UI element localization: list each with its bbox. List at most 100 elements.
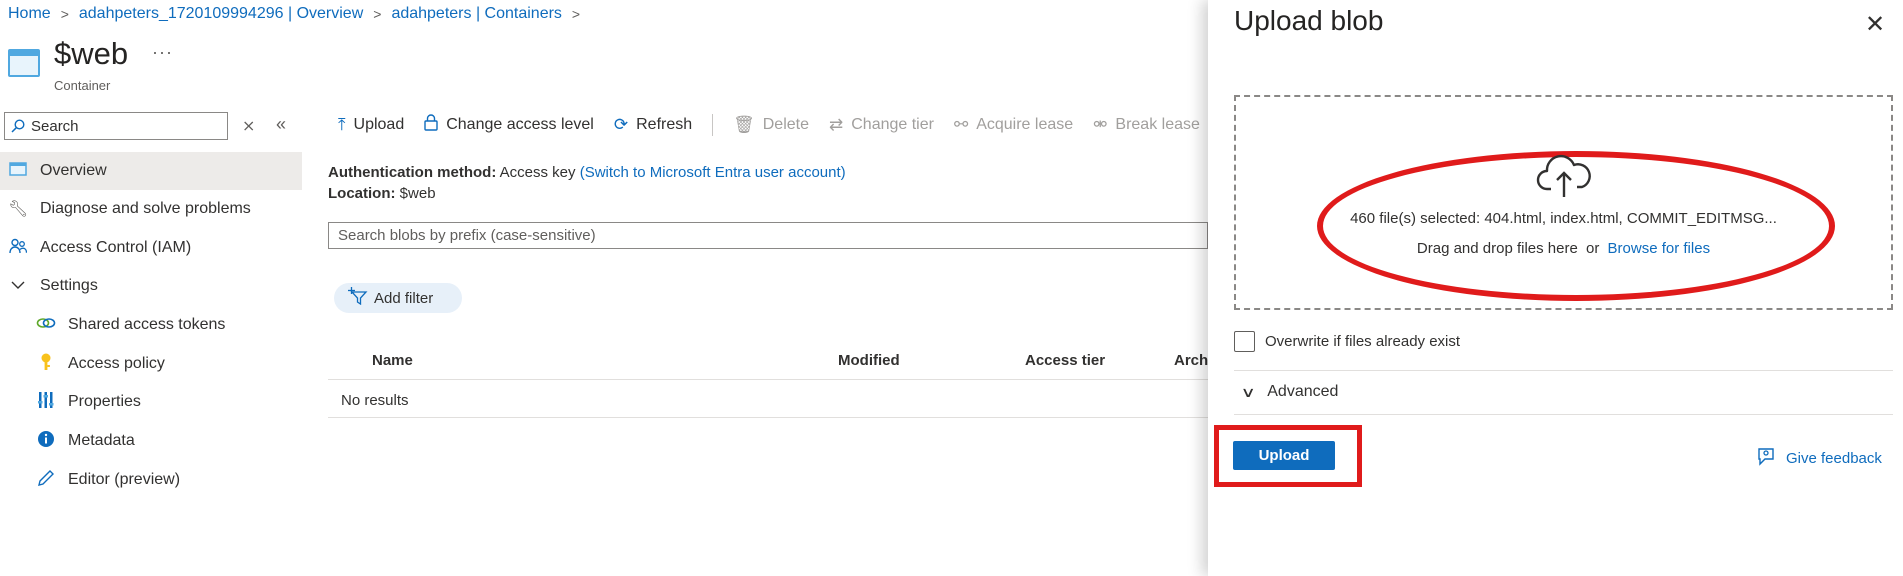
wrench-icon: 🔧︎: [8, 201, 29, 218]
collapse-sidebar-icon[interactable]: «: [276, 114, 286, 135]
sidebar-item-label: Editor (preview): [68, 471, 181, 488]
sidebar-item-properties[interactable]: Properties: [0, 383, 302, 421]
blob-search-input[interactable]: Search blobs by prefix (case-sensitive): [328, 222, 1208, 249]
upload-toolbar-button[interactable]: ⤒ Upload: [338, 115, 404, 135]
divider: [1234, 370, 1893, 371]
clear-search-icon[interactable]: ⨯: [242, 116, 255, 136]
location-row: Location: $web: [328, 185, 436, 202]
close-icon[interactable]: ✕: [1865, 10, 1885, 39]
breadcrumb-containers[interactable]: adahpeters | Containers: [391, 5, 561, 23]
feedback-icon: [1756, 446, 1776, 471]
command-bar: ⤒ Upload Change access level ⟳ Refresh 🗑…: [338, 114, 1220, 136]
sidebar-item-label: Properties: [68, 393, 141, 410]
change-tier-label: Change tier: [851, 116, 934, 133]
switch-auth-link[interactable]: (Switch to Microsoft Entra user account): [580, 164, 846, 181]
authentication-method-row: Authentication method: Access key (Switc…: [328, 164, 846, 181]
refresh-icon: ⟳: [613, 115, 629, 134]
or-text: or: [1586, 240, 1600, 257]
browse-files-link[interactable]: Browse for files: [1608, 240, 1711, 257]
sidebar-item-settings[interactable]: Settings: [0, 267, 302, 305]
refresh-label: Refresh: [636, 116, 693, 133]
sidebar-item-label: Overview: [40, 162, 107, 179]
search-icon: [11, 119, 25, 133]
sidebar-item-access-policy[interactable]: Access policy: [0, 345, 302, 383]
sidebar-item-label: Shared access tokens: [68, 316, 226, 333]
blob-table-header: Name Modified Access tier Arch: [328, 342, 1208, 380]
swap-icon: ⇄: [828, 115, 844, 134]
key-icon: [36, 353, 56, 376]
advanced-section-toggle[interactable]: ∨ Advanced: [1240, 383, 1339, 401]
cloud-upload-icon: [1536, 155, 1591, 197]
chevron-down-icon: [8, 277, 28, 295]
sidebar-item-metadata[interactable]: Metadata: [0, 422, 302, 460]
give-feedback-label: Give feedback: [1786, 450, 1882, 467]
give-feedback-link[interactable]: Give feedback: [1756, 446, 1882, 471]
lock-icon: [424, 114, 438, 136]
sidebar-search-placeholder: Search: [31, 117, 79, 135]
container-icon: [8, 49, 40, 77]
sidebar-item-label: Settings: [40, 277, 98, 294]
more-options-button[interactable]: ···: [152, 42, 173, 63]
sidebar-item-label: Access Control (IAM): [40, 239, 192, 256]
chevron-down-icon: ∨: [1240, 383, 1256, 400]
change-access-level-button[interactable]: Change access level: [424, 114, 594, 136]
column-modified[interactable]: Modified: [838, 352, 900, 369]
break-lease-icon: ⚮: [1093, 115, 1108, 134]
break-lease-button[interactable]: ⚮ Break lease: [1093, 115, 1200, 135]
change-tier-button[interactable]: ⇄ Change tier: [829, 115, 934, 135]
change-access-level-label: Change access level: [446, 116, 594, 133]
sidebar-item-diagnose[interactable]: 🔧︎ Diagnose and solve problems: [0, 190, 302, 228]
upload-toolbar-label: Upload: [353, 116, 405, 133]
drag-drop-text: Drag and drop files here: [1416, 240, 1578, 257]
advanced-label: Advanced: [1267, 383, 1339, 400]
page-subtitle: Container: [54, 78, 111, 93]
panel-title: Upload blob: [1234, 5, 1384, 36]
filter-icon: [348, 286, 368, 310]
delete-label: Delete: [762, 116, 809, 133]
column-access-tier[interactable]: Access tier: [1025, 352, 1105, 369]
pencil-icon: [36, 469, 56, 492]
auth-value: Access key: [499, 164, 576, 181]
break-lease-label: Break lease: [1115, 116, 1200, 133]
sidebar-item-access-control[interactable]: Access Control (IAM): [0, 229, 302, 267]
upload-icon: ⤒: [338, 115, 346, 134]
sidebar-item-label: Metadata: [68, 432, 135, 449]
sidebar-item-shared-access-tokens[interactable]: Shared access tokens: [0, 306, 302, 344]
people-icon: [8, 238, 28, 259]
refresh-button[interactable]: ⟳ Refresh: [614, 115, 692, 135]
overwrite-label: Overwrite if files already exist: [1265, 333, 1461, 350]
selected-files-text: 460 file(s) selected: 404.html, index.ht…: [1350, 210, 1777, 227]
location-label: Location:: [328, 185, 396, 202]
sidebar-item-label: Access policy: [68, 355, 165, 372]
add-filter-label: Add filter: [374, 289, 434, 307]
lease-icon: ⚯: [953, 115, 969, 134]
sidebar-search-input[interactable]: Search: [4, 112, 228, 140]
breadcrumb-separator: >: [60, 6, 69, 22]
column-name[interactable]: Name: [372, 352, 413, 369]
add-filter-button[interactable]: Add filter: [334, 283, 462, 313]
properties-icon: [36, 391, 56, 414]
column-archive[interactable]: Arch: [1174, 352, 1208, 369]
breadcrumb-separator: >: [373, 6, 382, 22]
sidebar-item-editor[interactable]: Editor (preview): [0, 461, 302, 499]
breadcrumb-storage-account[interactable]: adahpeters_1720109994296 | Overview: [79, 5, 363, 23]
overwrite-checkbox[interactable]: [1234, 331, 1255, 352]
sidebar-item-label: Diagnose and solve problems: [40, 200, 251, 217]
trash-icon: 🗑︎: [733, 115, 755, 134]
breadcrumb-separator: >: [571, 6, 581, 22]
info-icon: [36, 430, 56, 453]
sidebar-item-overview[interactable]: Overview: [0, 152, 302, 190]
acquire-lease-label: Acquire lease: [976, 116, 1074, 133]
delete-button[interactable]: 🗑︎ Delete: [733, 115, 809, 135]
drag-drop-row: Drag and drop files here or Browse for f…: [1242, 240, 1885, 257]
breadcrumb: Home > adahpeters_1720109994296 | Overvi…: [8, 5, 590, 23]
acquire-lease-button[interactable]: ⚯ Acquire lease: [954, 115, 1073, 135]
breadcrumb-home[interactable]: Home: [8, 5, 51, 23]
page-title: $web: [54, 36, 129, 71]
link-icon: [36, 316, 56, 334]
auth-label: Authentication method:: [328, 164, 497, 181]
toolbar-divider: [712, 114, 714, 136]
upload-button[interactable]: Upload: [1233, 441, 1335, 470]
table-empty-message: No results: [328, 380, 1208, 418]
overview-icon: [8, 161, 28, 181]
